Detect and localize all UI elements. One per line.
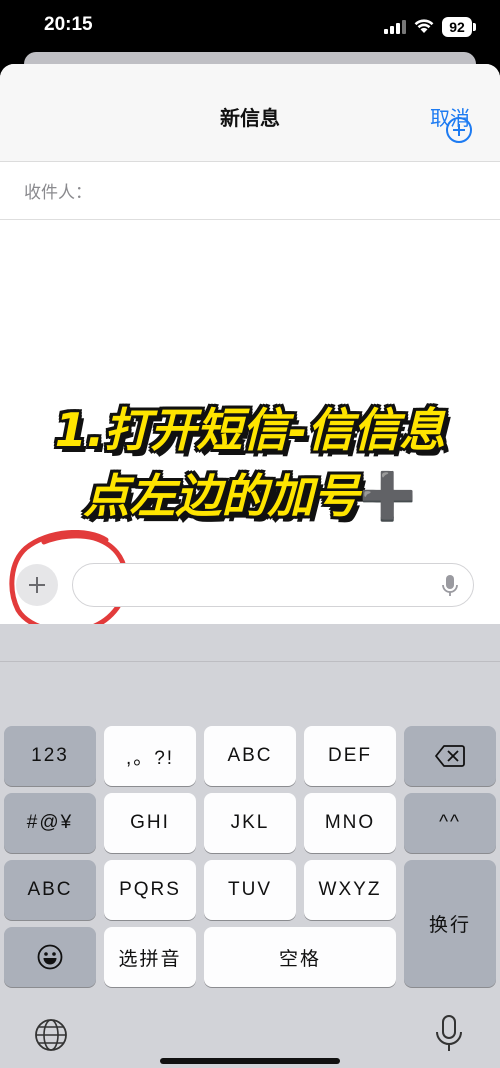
- key-pqrs[interactable]: PQRS: [104, 860, 196, 920]
- add-contact-icon[interactable]: [445, 116, 473, 144]
- key-def[interactable]: DEF: [304, 726, 396, 786]
- dictation-icon[interactable]: [441, 574, 459, 598]
- key-mno[interactable]: MNO: [304, 793, 396, 853]
- caption-line-2: 点左边的加号➕: [0, 460, 500, 526]
- key-ghi[interactable]: GHI: [104, 793, 196, 853]
- caption-line-2-text: 点左边的加号: [83, 469, 360, 523]
- app-drawer-button[interactable]: [16, 564, 58, 606]
- return-key[interactable]: 换行: [404, 860, 496, 987]
- key-select-pinyin[interactable]: 选拼音: [104, 927, 196, 987]
- key-abc[interactable]: ABC: [204, 726, 296, 786]
- emoji-key[interactable]: [4, 927, 96, 987]
- plus-icon: ➕: [359, 469, 417, 523]
- emoji-icon: [37, 944, 63, 970]
- key-wxyz[interactable]: WXYZ: [304, 860, 396, 920]
- key-emoticon[interactable]: ^^: [404, 793, 496, 853]
- battery-level: 92: [442, 17, 472, 37]
- home-indicator[interactable]: [160, 1058, 340, 1064]
- delete-icon: [435, 745, 465, 767]
- caption-line-1: 1.打开短信-信信息: [54, 403, 446, 457]
- status-bar: 20:15 92: [0, 0, 500, 56]
- key-jkl[interactable]: JKL: [204, 793, 296, 853]
- signal-icon: [384, 20, 406, 34]
- status-time: 20:15: [44, 14, 93, 35]
- key-symbols[interactable]: #@¥: [4, 793, 96, 853]
- key-tuv[interactable]: TUV: [204, 860, 296, 920]
- recipient-label: 收件人：: [24, 183, 92, 203]
- page-title: 新信息: [220, 106, 280, 130]
- battery-icon: 92: [442, 17, 476, 37]
- space-key[interactable]: 空格: [204, 927, 396, 987]
- globe-icon[interactable]: [34, 1018, 68, 1052]
- battery-tip: [473, 23, 476, 31]
- mic-icon[interactable]: [434, 1014, 464, 1054]
- nav-bar: 新信息 取消: [0, 64, 500, 162]
- key-english[interactable]: ABC: [4, 860, 96, 920]
- key-numbers[interactable]: 123: [4, 726, 96, 786]
- message-input[interactable]: [72, 563, 474, 607]
- candidate-bar: [0, 624, 500, 662]
- wifi-icon: [414, 19, 434, 33]
- delete-key[interactable]: [404, 726, 496, 786]
- key-punctuation[interactable]: ,。?!: [104, 726, 196, 786]
- recipient-field[interactable]: 收件人：: [0, 162, 500, 220]
- plus-icon-vertical: [36, 577, 38, 593]
